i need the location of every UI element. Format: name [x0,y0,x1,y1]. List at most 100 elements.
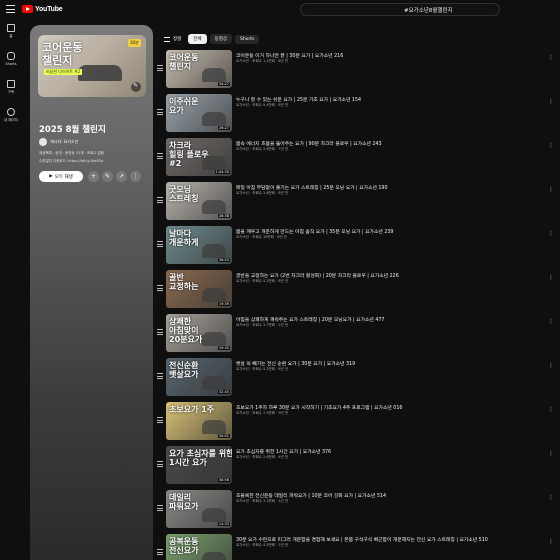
video-row[interactable]: 공복운동 전신요가31:10 30분 요가 수련으로 피그러 개운함을 경험해 보… [155,532,560,560]
drag-handle-icon[interactable] [157,197,163,205]
share-icon[interactable]: ↗ [116,171,127,182]
video-title[interactable]: 30분 요가 수련으로 피그러 개운함을 경험해 보세요 | 온몸 구석구석 뻐… [236,536,488,543]
more-icon[interactable]: ⋮ [548,274,554,281]
more-icon[interactable]: ⋮ [548,538,554,545]
playlist-owner[interactable]: 게시자: 요가소년 [39,138,78,146]
video-row[interactable]: 초보요가 1주 30:01 초보요가 1주차 하루 30분 요가 시작하기 | 기초… [155,400,560,444]
video-title[interactable]: 코어운동 이거 하나면 끝 | 30분 요가 | 요가소년 216 [236,52,343,59]
drag-handle-icon[interactable] [157,417,163,425]
video-list: 코어운동 챌린지 34:27 코어운동 이거 하나면 끝 | 30분 요가 | 요가… [155,48,560,560]
rail-item-shorts[interactable]: Shorts [0,50,22,78]
video-meta: 요가소년 · 조회수 3.7만회 · 2년 전 [236,323,289,327]
playlist-thumb-caption: 코어운동 챌린지 [42,41,83,67]
thumbnail-caption: 날마다 개운하게 [169,229,199,247]
sort-button[interactable]: 정렬 [164,36,181,42]
video-thumbnail[interactable]: 공복운동 전신요가31:10 [166,534,232,560]
video-title[interactable]: 초플록한 전신운동 데일리 파워요가 | 10분 코어 강화 요가 | 요가소년… [236,492,386,499]
video-row[interactable]: 요가 초심자를 위한 1시간 요가 58:56 요가 초심자를 위한 1시간 요가 … [155,444,560,488]
thumbnail-caption: 차크라 힐링 플로우 #2 [169,141,209,168]
more-icon[interactable]: ⋮ [548,318,554,325]
more-icon[interactable]: ⋮ [548,54,554,61]
video-thumbnail[interactable]: 차크라 힐링 플로우 #2 1:04:30 [166,138,232,176]
chip-shorts[interactable]: Shorts [234,34,260,44]
video-row[interactable]: 데일리 파워요가 14:33 초플록한 전신운동 데일리 파워요가 | 10분 코어… [155,488,560,532]
video-thumbnail[interactable]: 데일리 파워요가 14:33 [166,490,232,528]
more-icon[interactable]: ⋮ [548,362,554,369]
rail-item-home[interactable]: 홈 [0,22,22,50]
drag-handle-icon[interactable] [157,461,163,469]
playlist-thumb-subcaption: 러닝한 다이어트 #2 [44,69,83,75]
rail-item-subscriptions[interactable]: 구독 [0,78,22,106]
drag-handle-icon[interactable] [157,285,163,293]
more-icon[interactable]: ⋮ [548,494,554,501]
chip-videos[interactable]: 동영상 [209,34,232,44]
video-title[interactable]: 몸속 에너지 흐름을 뚫어주는 요가 | 90분 차크라 플로우 | 요가소년 … [236,140,382,147]
drag-handle-icon[interactable] [157,505,163,513]
video-thumbnail[interactable]: 전신순환 뱃살요가 32:45 [166,358,232,396]
playlist-thumbnail[interactable]: 코어운동 챌린지 러닝한 다이어트 #2 30분 [38,35,146,97]
thumbnail-caption: 코어운동 챌린지 [169,53,199,71]
drag-handle-icon[interactable] [157,241,163,249]
more-icon[interactable]: ⋮ [548,450,554,457]
video-thumbnail[interactable]: 날마다 개운하게 36:53 [166,226,232,264]
play-icon: ▶ [49,174,53,179]
video-row[interactable]: 굿모닝 스트레칭 26:38 매일 아침 부담없이 즐기는 요가 스트레칭 | 25… [155,180,560,224]
video-thumbnail[interactable]: 상쾌한 아침맞이 20분요가 19:32 [166,314,232,352]
more-icon[interactable]: ⋮ [548,230,554,237]
video-title[interactable]: 아침을 상쾌하게 깨워주는 요가 스트레칭 | 20분 모닝요가 | 요가소년 … [236,316,384,323]
more-icon[interactable]: ⋮ [548,98,554,105]
drag-handle-icon[interactable] [157,109,163,117]
more-icon[interactable]: ⋮ [548,186,554,193]
video-thumbnail[interactable]: 골반 교정하는 19:39 [166,270,232,308]
rail-label: 홈 [9,34,13,38]
more-icon[interactable]: ⋮ [548,406,554,413]
video-thumbnail[interactable]: 요가 초심자를 위한 1시간 요가 58:56 [166,446,232,484]
video-duration: 26:38 [217,214,230,218]
video-row[interactable]: 전신순환 뱃살요가 32:45 뱃살 쏙 빼기는 전신 순환 요가 | 30분 요가… [155,356,560,400]
video-row[interactable]: 이주쉬운 요가 26:27 누구나 할 수 있는 쉬운 요가 | 25분 기초 요가… [155,92,560,136]
video-meta: 요가소년 · 조회수 4.5만회 · 1년 전 [236,543,289,547]
chip-all[interactable]: 전체 [188,34,207,44]
drag-handle-icon[interactable] [157,153,163,161]
edit-icon[interactable] [131,82,141,92]
video-title[interactable]: 골반을 교정하는 요가 (2번 차크라 활성화) | 20분 차크라 플로우 |… [236,272,399,279]
video-duration: 19:39 [217,302,230,306]
video-thumbnail[interactable]: 초보요가 1주 30:01 [166,402,232,440]
video-row[interactable]: 골반 교정하는 19:39 골반을 교정하는 요가 (2번 차크라 활성화) | 2… [155,268,560,312]
more-icon[interactable]: ⋮ [548,142,554,149]
video-meta: 요가소년 · 조회수 5.2만회 · 8년 전 [236,279,289,283]
drag-handle-icon[interactable] [157,65,163,73]
edit-pencil-icon[interactable]: ✎ [102,171,113,182]
search-input[interactable]: #요가소년8월챌린지 [300,3,500,16]
video-duration: 34:27 [217,82,230,86]
video-row[interactable]: 날마다 개운하게 36:53 몸을 깨우고 개운하게 만드는 아침 움직 요가 | … [155,224,560,268]
video-row[interactable]: 차크라 힐링 플로우 #2 1:04:30 몸속 에너지 흐름을 뚫어주는 요가 |… [155,136,560,180]
rail-item-you[interactable]: 내 페이지 [0,106,22,134]
video-meta: 요가소년 · 조회수 9.4만회 · 8년 전 [236,103,289,107]
owner-name: 게시자: 요가소년 [50,139,79,144]
sort-bar: 정렬 전체 동영상 Shorts [164,34,260,44]
video-title[interactable]: 초보요가 1주차 하루 30분 요가 시작하기 | 기초요가 4주 프로그램 |… [236,404,402,411]
video-title[interactable]: 요가 초심자를 위한 1시간 요가 | 요가소년 376 [236,448,331,455]
video-thumbnail[interactable]: 굿모닝 스트레칭 26:38 [166,182,232,220]
video-row[interactable]: 코어운동 챌린지 34:27 코어운동 이거 하나면 끝 | 30분 요가 | 요가… [155,48,560,92]
video-title[interactable]: 뱃살 쏙 빼기는 전신 순환 요가 | 30분 요가 | 요가소년 319 [236,360,355,367]
video-duration: 30:01 [217,434,230,438]
video-row[interactable]: 상쾌한 아침맞이 20분요가 19:32 아침을 상쾌하게 깨워주는 요가 스트레칭… [155,312,560,356]
playlist-description[interactable]: 수련일지 다운로드: https://bit.ly/4seE5p [39,159,103,164]
play-all-button[interactable]: ▶ 모두 재생 [39,171,83,182]
menu-icon[interactable] [6,5,15,13]
thumbnail-caption: 골반 교정하는 [169,273,199,291]
add-icon[interactable]: + [88,171,99,182]
youtube-logo[interactable]: YouTube [22,5,63,13]
drag-handle-icon[interactable] [157,329,163,337]
drag-handle-icon[interactable] [157,373,163,381]
video-title[interactable]: 누구나 할 수 있는 쉬운 요가 | 25분 기초 요가 | 요가소년 154 [236,96,361,103]
left-rail: 홈 Shorts 구독 내 페이지 [0,22,22,134]
drag-handle-icon[interactable] [157,549,163,557]
more-icon[interactable]: ⋮ [130,171,141,182]
video-title[interactable]: 몸을 깨우고 개운하게 만드는 아침 움직 요가 | 35분 모닝 요가 | 요… [236,228,393,235]
video-thumbnail[interactable]: 이주쉬운 요가 26:27 [166,94,232,132]
video-title[interactable]: 매일 아침 부담없이 즐기는 요가 스트레칭 | 25분 모닝 요가 | 요가소… [236,184,388,191]
video-thumbnail[interactable]: 코어운동 챌린지 34:27 [166,50,232,88]
